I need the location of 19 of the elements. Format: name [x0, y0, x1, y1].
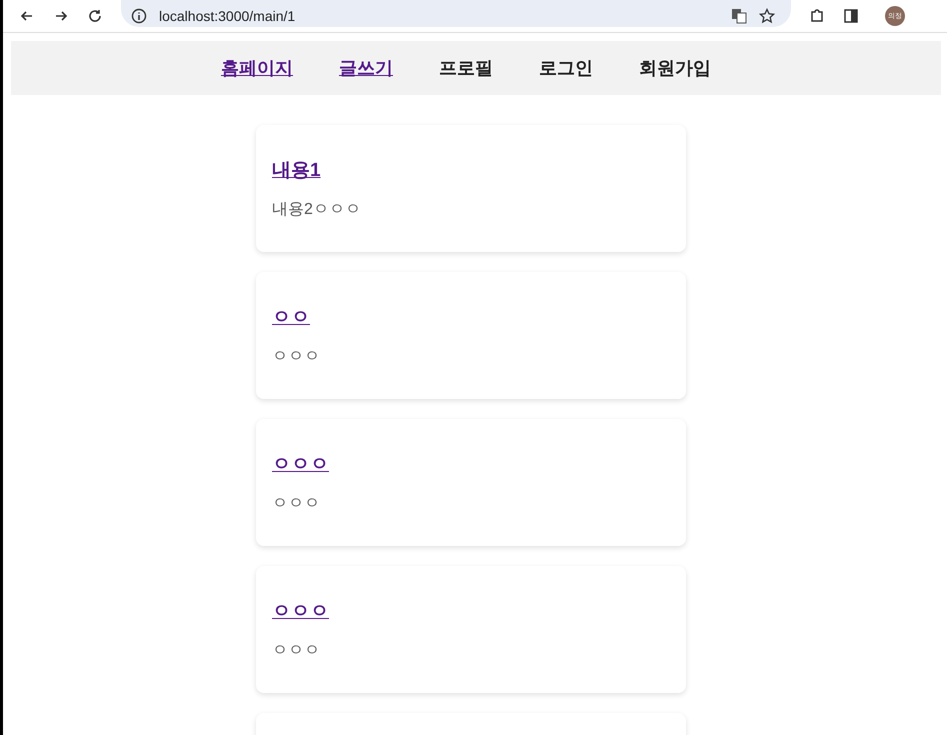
nav-link[interactable]: 회원가입: [639, 56, 711, 80]
url-text: localhost:3000/main/1: [159, 8, 296, 24]
post-title-link[interactable]: 내용1: [272, 157, 321, 183]
address-bar[interactable]: localhost:3000/main/1: [121, 0, 791, 27]
star-icon[interactable]: [759, 8, 775, 24]
nav-link[interactable]: 프로필: [439, 56, 493, 80]
info-icon[interactable]: [131, 8, 147, 24]
post-title-link[interactable]: ㅇㅇ: [272, 304, 310, 330]
sidebar-icon[interactable]: [843, 8, 859, 24]
reload-icon[interactable]: [87, 8, 103, 24]
post-title-link[interactable]: ㅇㅇㅇ: [272, 598, 329, 624]
post-title-link[interactable]: ㅇㅇㅇ: [272, 451, 329, 477]
nav-link[interactable]: 로그인: [539, 56, 593, 80]
post-body-text: ㅇㅇㅇ: [272, 494, 320, 514]
post-body-text: ㅇㅇㅇ: [272, 641, 320, 661]
post-body-text: ㅇㅇㅇ: [272, 347, 320, 367]
nav-link[interactable]: 홈페이지: [221, 56, 293, 80]
nav-link[interactable]: 글쓰기: [339, 56, 393, 80]
post-body-text: 내용2ㅇㅇㅇ: [272, 200, 361, 220]
